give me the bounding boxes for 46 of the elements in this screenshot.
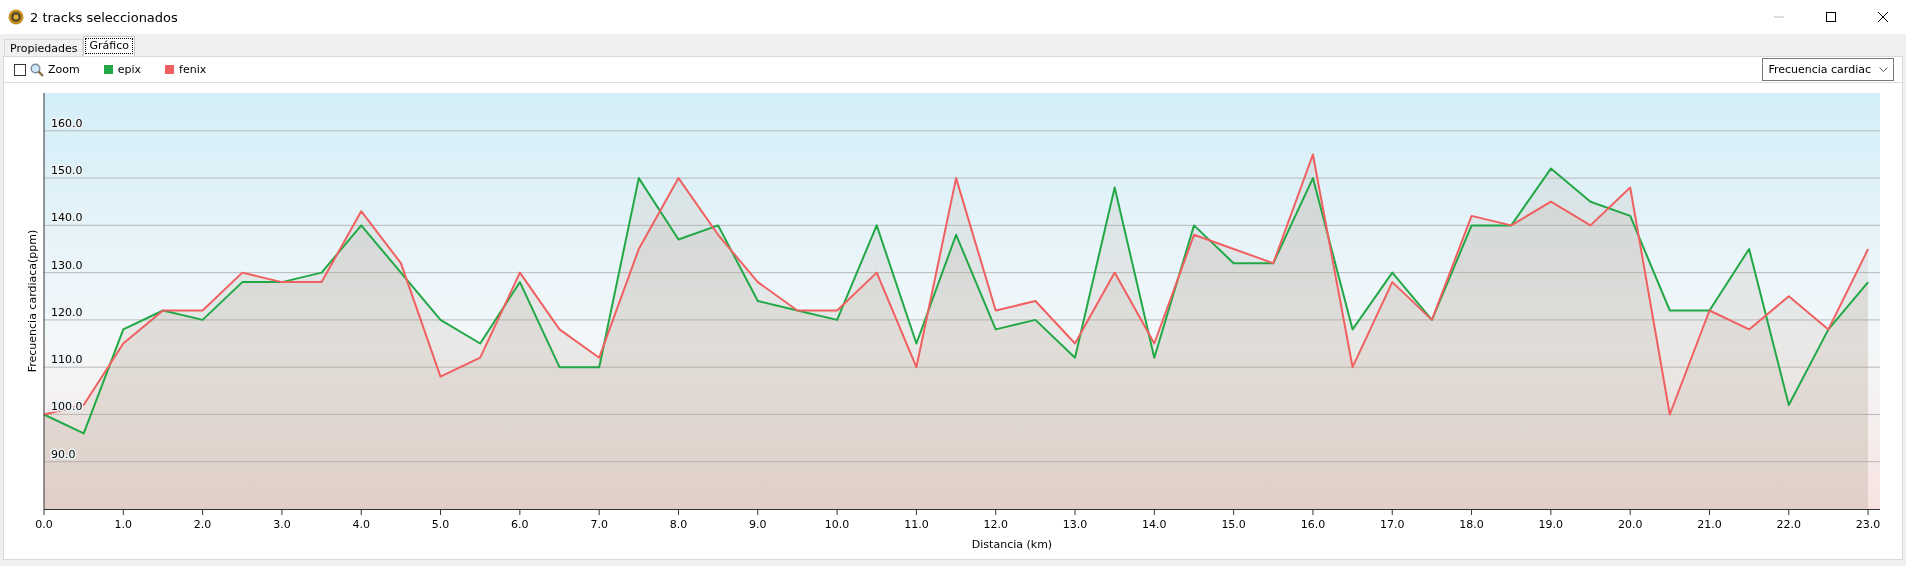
- legend-label: fenix: [179, 63, 207, 76]
- x-tick-label: 3.0: [273, 518, 291, 531]
- y-axis-title: Frecuencia cardiaca(ppm): [26, 229, 39, 373]
- x-tick-label: 9.0: [749, 518, 767, 531]
- x-tick-label: 1.0: [114, 518, 133, 531]
- legend-label: epix: [117, 63, 142, 76]
- x-tick-label: 6.0: [511, 518, 529, 531]
- x-tick-label: 4.0: [352, 518, 370, 531]
- x-tick-label: 21.0: [1697, 518, 1722, 531]
- close-icon: [1878, 12, 1888, 22]
- tab[interactable]: Propiedades: [4, 39, 84, 56]
- chevron-down-icon: [1879, 67, 1888, 72]
- x-tick-label: 8.0: [669, 518, 688, 531]
- x-tick-label: 18.0: [1459, 518, 1484, 531]
- window-title: 2 tracks seleccionados: [30, 9, 179, 25]
- zoom-checkbox[interactable]: [14, 63, 26, 76]
- magnifier-icon: [30, 62, 44, 77]
- x-tick-label: 14.0: [1142, 518, 1167, 531]
- x-axis-title: Distancia (km): [971, 538, 1053, 551]
- y-tick-label: 120.0: [51, 305, 83, 319]
- x-tick-label: 22.0: [1776, 518, 1802, 531]
- x-tick-label: 13.0: [1062, 518, 1088, 531]
- x-tick-label: 16.0: [1300, 518, 1326, 531]
- x-tick-label: 23.0: [1855, 518, 1881, 531]
- x-tick-label: 12.0: [983, 518, 1008, 531]
- y-tick-label: 90.0: [51, 447, 76, 461]
- metric-dropdown[interactable]: Frecuencia cardiac: [1762, 58, 1894, 81]
- x-tick-label: 20.0: [1617, 518, 1643, 531]
- x-tick-label: 19.0: [1538, 518, 1564, 531]
- x-tick-label: 10.0: [824, 518, 850, 531]
- x-tick-label: 2.0: [193, 518, 212, 531]
- x-tick-label: 0.0: [35, 518, 53, 531]
- tab[interactable]: Gráfico: [83, 36, 135, 56]
- y-tick-label: 110.0: [51, 353, 83, 367]
- y-tick-label: 150.0: [51, 164, 83, 178]
- y-tick-label: 160.0: [51, 116, 83, 130]
- x-tick-label: 11.0: [904, 518, 929, 531]
- y-tick-label: 140.0: [51, 211, 83, 225]
- maximize-icon: [1826, 12, 1836, 22]
- x-tick-label: 15.0: [1221, 518, 1246, 531]
- y-tick-label: 130.0: [51, 258, 83, 272]
- app-logo-icon: [8, 9, 24, 25]
- x-tick-label: 5.0: [431, 518, 450, 531]
- zoom-label: Zoom: [48, 63, 80, 76]
- x-tick-label: 7.0: [590, 518, 608, 531]
- x-tick-label: 17.0: [1380, 518, 1405, 531]
